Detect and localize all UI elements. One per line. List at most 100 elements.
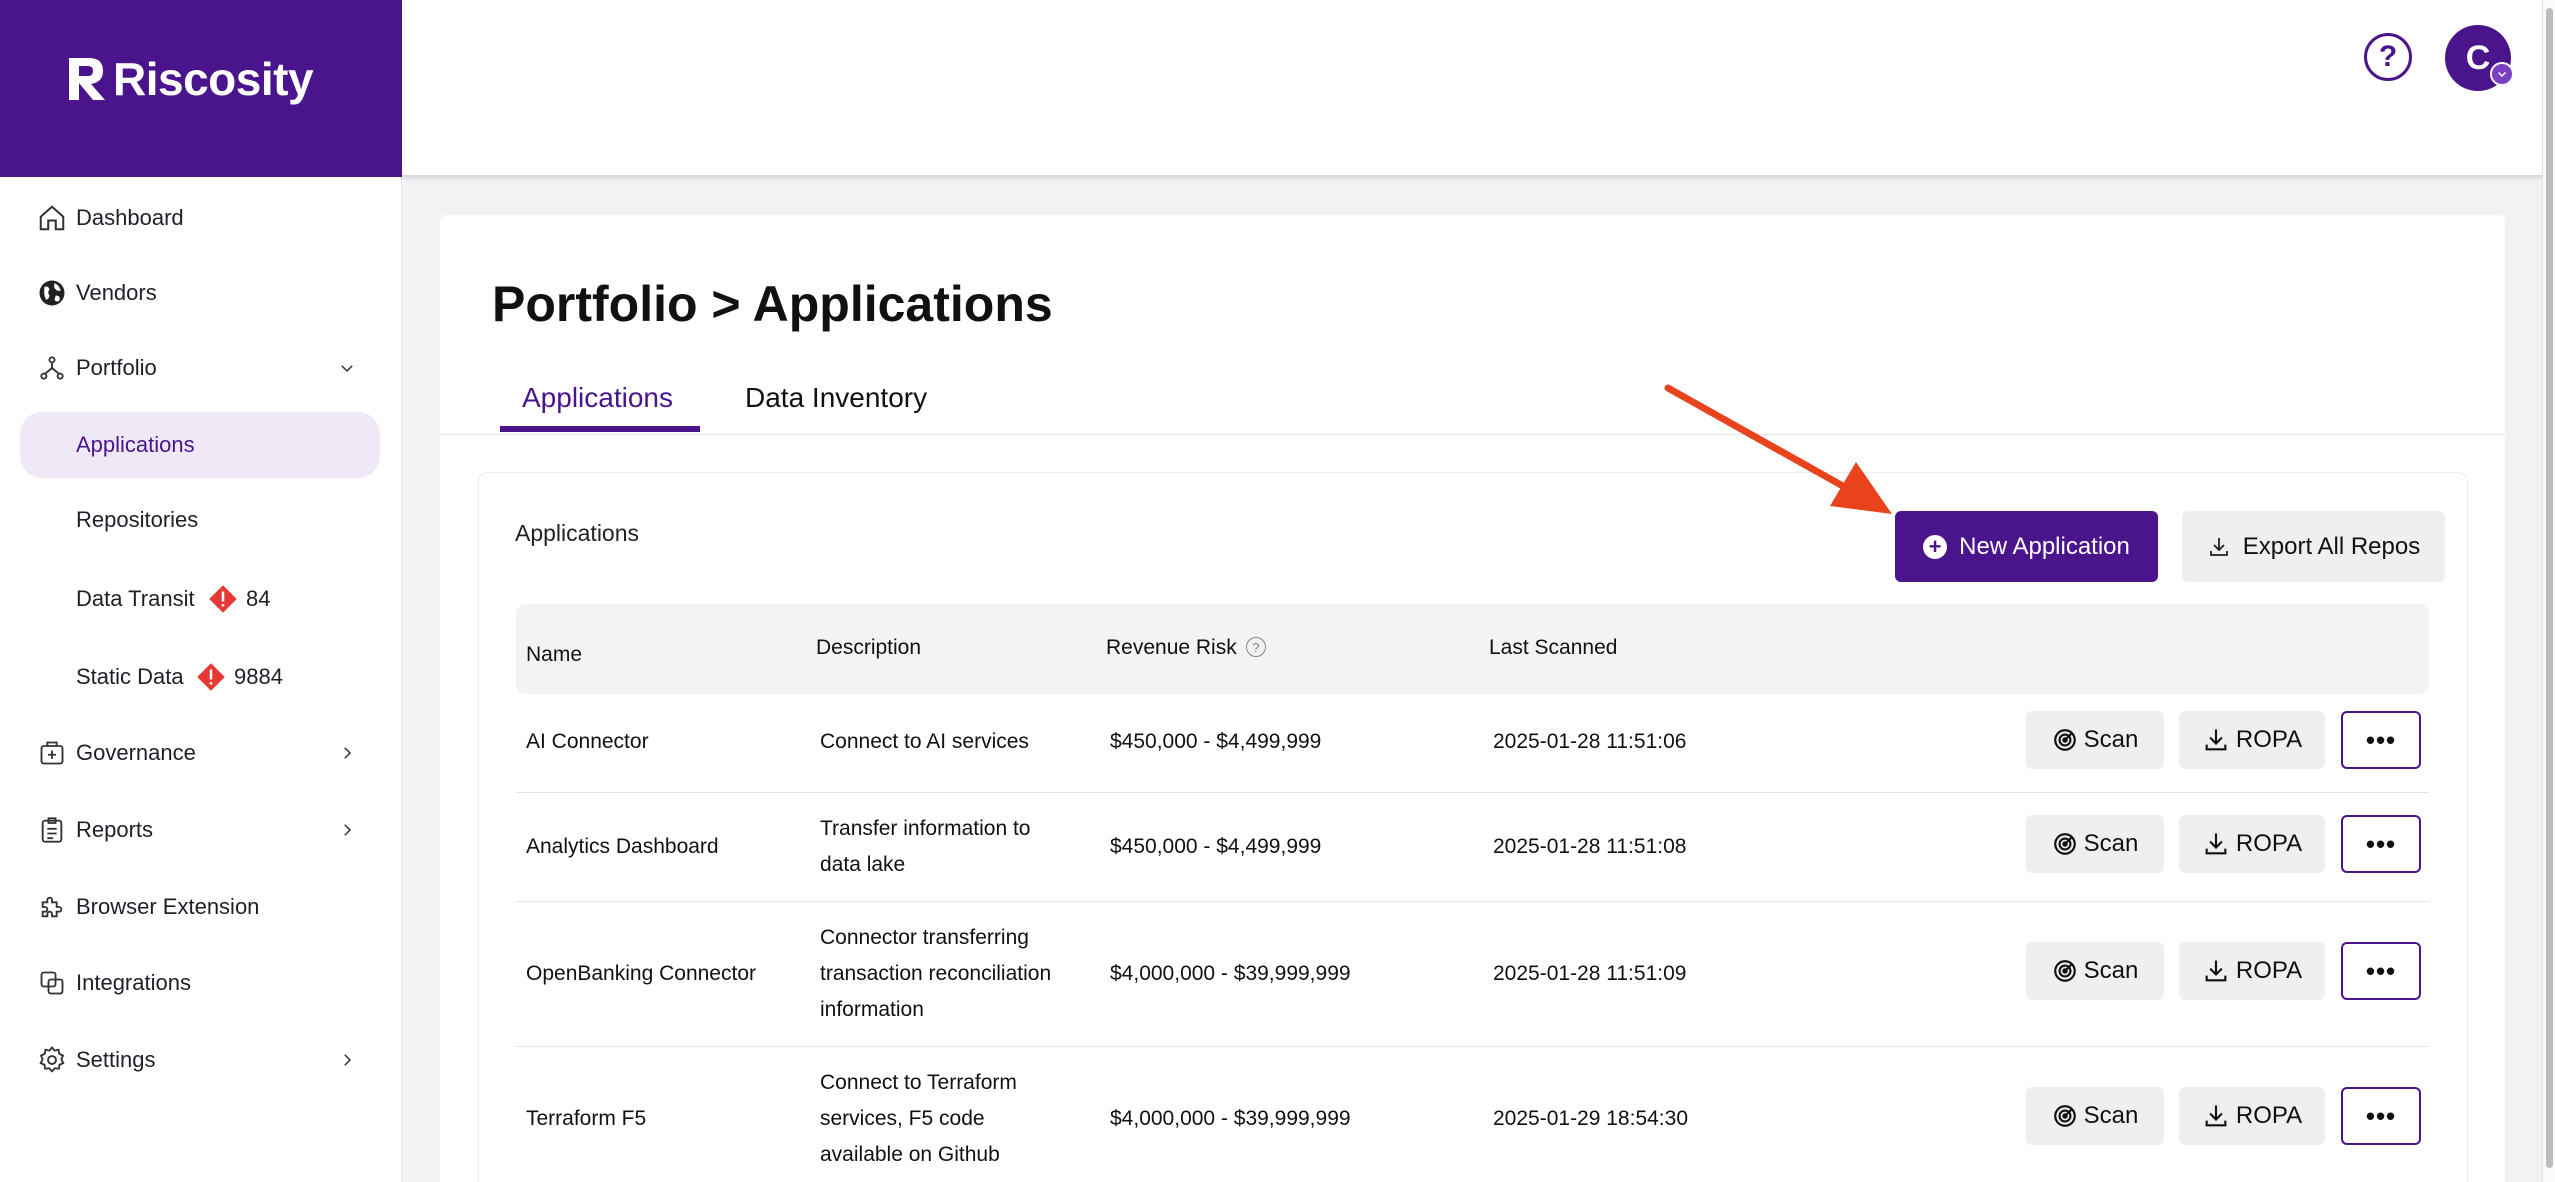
column-header-last-scanned[interactable]: Last Scanned: [1489, 636, 1617, 660]
sidebar-item-label: Data Transit: [76, 586, 195, 611]
app-revenue-risk: $450,000 - $4,499,999: [1110, 730, 1322, 753]
active-tab-indicator: [500, 426, 700, 432]
more-icon[interactable]: •••: [2341, 942, 2421, 1000]
chevron-right-icon: [336, 1049, 358, 1071]
ropa-button[interactable]: ROPA: [2179, 815, 2325, 873]
sidebar-item-label: Applications: [76, 432, 195, 457]
sidebar-item-label: Integrations: [76, 970, 191, 995]
app-name[interactable]: AI Connector: [526, 724, 649, 760]
ropa-label: ROPA: [2235, 726, 2303, 753]
app-description: services, F5 code: [820, 1107, 985, 1130]
app-revenue-risk: $4,000,000 - $39,999,999: [1110, 962, 1351, 985]
brand-header: Riscosity: [0, 0, 402, 177]
new-application-button[interactable]: + New Application: [1895, 511, 2158, 582]
sidebar-item-static-data[interactable]: Static Data 9884: [20, 644, 380, 710]
static-data-count: 9884: [234, 664, 283, 689]
app-description: transaction reconciliation: [820, 962, 1052, 985]
ropa-label: ROPA: [2235, 1102, 2303, 1129]
plus-circle-icon: +: [1923, 534, 1948, 559]
app-last-scanned: 2025-01-28 11:51:09: [1493, 962, 1687, 985]
app-description: Transfer information to: [820, 817, 1031, 840]
ropa-button[interactable]: ROPA: [2179, 942, 2325, 1000]
table-header: [516, 604, 2429, 694]
extension-icon: [36, 891, 68, 923]
column-header-description[interactable]: Description: [816, 636, 921, 660]
new-application-label: New Application: [1959, 532, 2130, 560]
annotation-arrow-icon: [1664, 384, 1892, 514]
app-description: Connector transferring: [820, 926, 1029, 949]
chevron-right-icon: [336, 819, 358, 841]
sidebar-item-label: Governance: [76, 740, 196, 765]
home-icon: [36, 202, 68, 234]
help-icon[interactable]: ?: [2364, 33, 2412, 81]
app-name[interactable]: Analytics Dashboard: [526, 829, 719, 865]
sidebar-item-repositories[interactable]: Repositories: [20, 487, 380, 553]
scan-icon: [2053, 833, 2076, 855]
warning-icon: [208, 584, 238, 614]
scan-button[interactable]: Scan: [2026, 1087, 2164, 1145]
scan-label: Scan: [2083, 726, 2139, 753]
integrations-icon: [36, 967, 68, 999]
app-last-scanned: 2025-01-28 11:51:08: [1493, 835, 1687, 858]
globe-icon: [36, 277, 68, 309]
scan-button[interactable]: Scan: [2026, 711, 2164, 769]
column-header-revenue-risk[interactable]: Revenue Risk: [1106, 636, 1237, 660]
chevron-down-icon[interactable]: [2490, 62, 2514, 86]
download-icon: [2205, 960, 2227, 982]
sidebar-item-label: Static Data: [76, 664, 184, 689]
more-icon[interactable]: •••: [2341, 1087, 2421, 1145]
export-all-repos-label: Export All Repos: [2242, 532, 2421, 560]
scan-label: Scan: [2083, 1102, 2139, 1129]
app-description: Connect to AI services: [820, 730, 1029, 753]
ropa-label: ROPA: [2235, 957, 2303, 984]
app-name[interactable]: Terraform F5: [526, 1101, 646, 1137]
more-icon[interactable]: •••: [2341, 815, 2421, 873]
sidebar-item-browser-extension[interactable]: Browser Extension: [20, 874, 380, 940]
app-revenue-risk: $450,000 - $4,499,999: [1110, 835, 1322, 858]
sidebar-item-data-transit[interactable]: Data Transit 84: [20, 566, 380, 632]
scrollbar-thumb[interactable]: [2546, 8, 2553, 1168]
chevron-right-icon: [336, 742, 358, 764]
chevron-down-icon: [336, 357, 358, 379]
sidebar-item-applications[interactable]: Applications: [20, 412, 380, 478]
sidebar-item-dashboard[interactable]: Dashboard: [20, 185, 380, 251]
sidebar-item-label: Browser Extension: [76, 894, 260, 919]
ropa-button[interactable]: ROPA: [2179, 1087, 2325, 1145]
scan-icon: [2053, 1105, 2076, 1127]
app-description: Connect to Terraform: [820, 1071, 1017, 1094]
download-icon: [2205, 1105, 2227, 1127]
app-description: data lake: [820, 853, 906, 876]
sidebar-item-label: Portfolio: [76, 355, 157, 380]
page-title: Portfolio > Applications: [492, 276, 1053, 332]
scan-label: Scan: [2083, 957, 2139, 984]
download-icon: [2209, 537, 2228, 556]
sidebar-item-integrations[interactable]: Integrations: [20, 950, 380, 1016]
tab-data-inventory[interactable]: Data Inventory: [745, 382, 927, 414]
data-transit-count: 84: [246, 586, 271, 611]
sidebar-item-vendors[interactable]: Vendors: [20, 260, 380, 326]
export-all-repos-button[interactable]: Export All Repos: [2182, 511, 2445, 582]
scan-button[interactable]: Scan: [2026, 815, 2164, 873]
scan-label: Scan: [2083, 830, 2139, 857]
tabs-divider: [440, 434, 2505, 435]
info-icon[interactable]: ?: [1246, 637, 1266, 657]
app-name[interactable]: OpenBanking Connector: [526, 956, 756, 992]
app-description: information: [820, 998, 924, 1021]
more-icon[interactable]: •••: [2341, 711, 2421, 769]
sidebar-item-reports[interactable]: Reports: [20, 797, 380, 863]
sidebar-item-settings[interactable]: Settings: [20, 1027, 380, 1093]
sidebar: Riscosity Dashboard Vendors Portfolio Ap…: [0, 0, 402, 1182]
scan-icon: [2053, 729, 2076, 751]
download-icon: [2205, 729, 2227, 751]
ropa-button[interactable]: ROPA: [2179, 711, 2325, 769]
app-last-scanned: 2025-01-29 18:54:30: [1493, 1107, 1688, 1130]
column-header-name[interactable]: Name: [526, 643, 582, 667]
download-icon: [2205, 833, 2227, 855]
sidebar-item-portfolio[interactable]: Portfolio: [20, 335, 380, 401]
scan-button[interactable]: Scan: [2026, 942, 2164, 1000]
app-revenue-risk: $4,000,000 - $39,999,999: [1110, 1107, 1351, 1130]
sidebar-item-label: Repositories: [76, 507, 199, 532]
tab-applications[interactable]: Applications: [522, 382, 673, 414]
scan-icon: [2053, 960, 2076, 982]
sidebar-item-governance[interactable]: Governance: [20, 720, 380, 786]
